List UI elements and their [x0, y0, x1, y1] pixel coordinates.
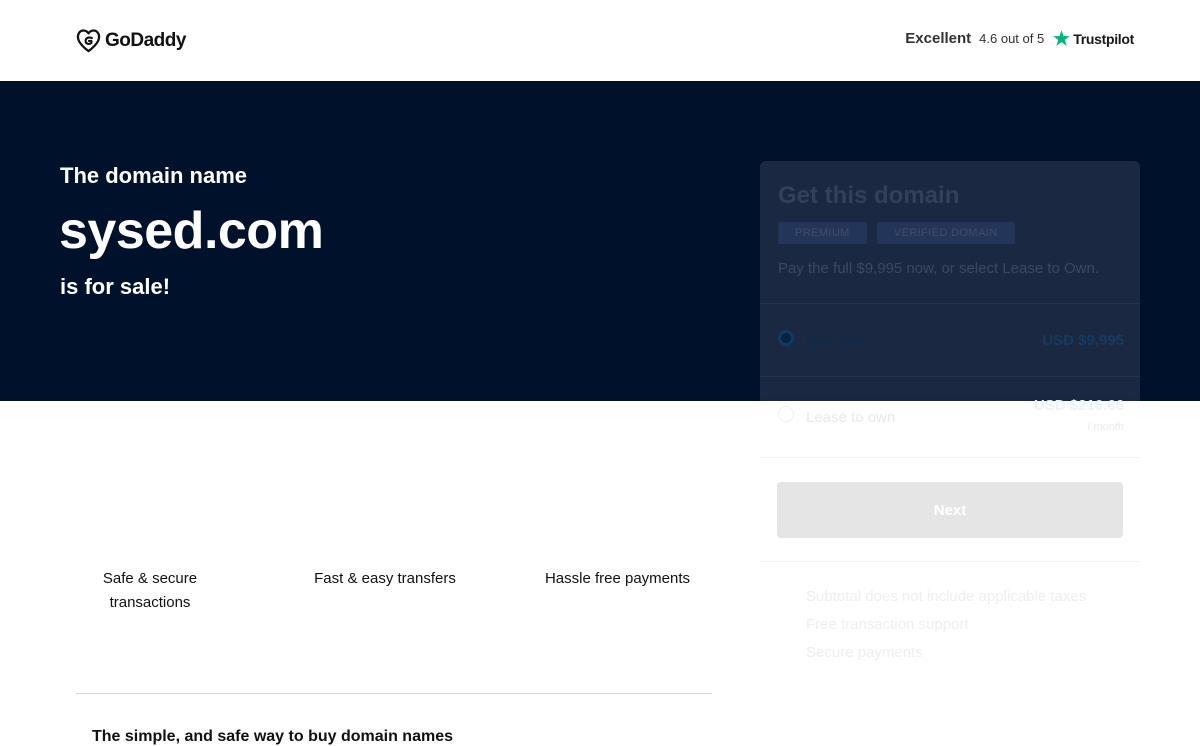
rating-score: 4.6 out of 5: [979, 31, 1045, 46]
lease-radio[interactable]: [778, 406, 794, 422]
card-title: Get this domain: [778, 182, 960, 209]
info-taxes: Subtotal does not include applicable tax…: [806, 588, 1087, 605]
buy-now-label: Buy now: [806, 332, 864, 349]
trustpilot-rating[interactable]: Excellent 4.6 out of 5 Trustpilot: [905, 29, 1134, 48]
section-heading: The simple, and safe way to buy domain n…: [92, 728, 453, 745]
section-divider: [76, 693, 712, 694]
feature-hassle-free: Hassle free payments: [544, 570, 691, 587]
godaddy-heart-icon: [76, 29, 101, 53]
trustpilot-star-icon: [1053, 30, 1071, 46]
info-secure: Secure payments: [806, 644, 923, 661]
feature-safe-secure: Safe & secure transactions: [102, 570, 198, 611]
info-divider: [760, 561, 1140, 562]
trustpilot-label: Trustpilot: [1073, 30, 1134, 47]
premium-badge: PREMIUM: [778, 222, 867, 244]
info-support: Free transaction support: [806, 616, 969, 633]
logo-text: GoDaddy: [105, 29, 186, 51]
features-row: Safe & secure transactions Fast & easy t…: [75, 567, 715, 627]
lease-period: / month: [1087, 421, 1124, 433]
lease-price: USD $216.66: [1033, 397, 1124, 414]
badge-group: PREMIUM VERIFIED DOMAIN: [778, 222, 1015, 244]
card-description: Pay the full $9,995 now, or select Lease…: [778, 260, 1100, 277]
purchase-card: Get this domain PREMIUM VERIFIED DOMAIN …: [760, 161, 1140, 731]
option-divider: [760, 457, 1140, 458]
lease-label: Lease to own: [806, 409, 896, 426]
next-button[interactable]: Next: [777, 482, 1123, 538]
buy-now-price: USD $9,995: [1042, 332, 1124, 349]
option-divider: [760, 376, 1140, 377]
rating-word: Excellent: [905, 30, 972, 47]
verified-domain-badge: VERIFIED DOMAIN: [876, 222, 1015, 244]
hero-intro: The domain name: [60, 163, 248, 188]
site-header: GoDaddy Excellent 4.6 out of 5 Trustpilo…: [0, 0, 1200, 81]
option-divider: [760, 303, 1140, 304]
buy-now-radio[interactable]: [778, 330, 794, 346]
domain-name: sysed.com: [59, 202, 324, 260]
for-sale-text: is for sale!: [60, 274, 171, 299]
godaddy-logo[interactable]: GoDaddy: [75, 27, 186, 54]
card-body-panel: [760, 401, 1140, 731]
feature-fast-transfers: Fast & easy transfers: [314, 570, 456, 587]
